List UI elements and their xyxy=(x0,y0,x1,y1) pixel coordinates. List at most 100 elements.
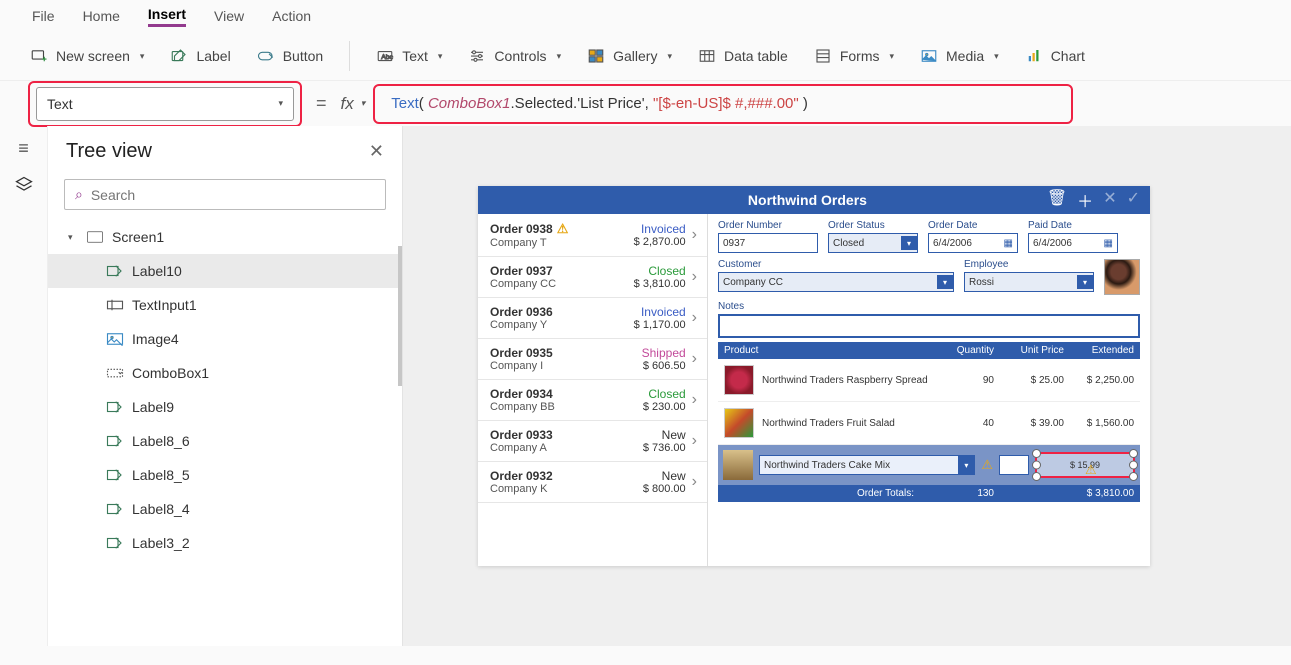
tree-node-label: Label3_2 xyxy=(132,535,190,551)
control-icon xyxy=(106,298,124,312)
chevron-right-icon: › xyxy=(692,268,697,286)
tree-node-image4[interactable]: Image4 xyxy=(48,322,402,356)
tree-node-label8_4[interactable]: Label8_4 xyxy=(48,492,402,526)
order-row[interactable]: Order 0937Company CCClosed$ 3,810.00› xyxy=(478,257,707,298)
chart-label: Chart xyxy=(1051,48,1085,64)
design-canvas[interactable]: Northwind Orders 🗑 ＋ ✕ ✓ Order 0938 ⚠Com… xyxy=(403,126,1291,646)
media-button[interactable]: Media▾ xyxy=(920,47,999,65)
label-order-date: Order Date xyxy=(928,220,1018,231)
label-customer: Customer xyxy=(718,259,954,270)
input-order-date[interactable]: 6/4/2006▦ xyxy=(928,233,1018,253)
warning-icon: ⚠ xyxy=(981,457,993,473)
warning-icon: ⚠ xyxy=(1085,462,1097,478)
cancel-icon[interactable]: ✕ xyxy=(1103,188,1116,212)
menubar: File Home Insert View Action xyxy=(0,0,1291,32)
close-icon[interactable]: ✕ xyxy=(369,141,384,162)
controls-label: Controls xyxy=(494,48,546,64)
equals-sign: = xyxy=(316,93,327,114)
order-row[interactable]: Order 0938 ⚠Company TInvoiced$ 2,870.00› xyxy=(478,214,707,257)
media-label: Media xyxy=(946,48,984,64)
button-icon xyxy=(257,47,275,65)
warning-icon: ⚠ xyxy=(557,221,569,237)
tree-search-input[interactable] xyxy=(91,187,375,203)
dropdown-customer[interactable]: Company CC▾ xyxy=(718,272,954,292)
forms-button[interactable]: Forms▾ xyxy=(814,47,894,65)
tree-node-label10[interactable]: Label10 xyxy=(48,254,402,288)
gallery-button[interactable]: Gallery▾ xyxy=(587,47,672,65)
input-paid-date[interactable]: 6/4/2006▦ xyxy=(1028,233,1118,253)
control-icon xyxy=(106,536,124,550)
control-icon xyxy=(106,502,124,516)
button-label: Button xyxy=(283,48,323,64)
data-table-button[interactable]: Data table xyxy=(698,47,788,65)
tree-node-label8_6[interactable]: Label8_6 xyxy=(48,424,402,458)
chevron-right-icon: › xyxy=(692,391,697,409)
tree-node-label: Label9 xyxy=(132,399,174,415)
check-icon[interactable]: ✓ xyxy=(1127,188,1140,212)
button-button[interactable]: Button xyxy=(257,47,323,65)
label-employee: Employee xyxy=(964,259,1094,270)
chevron-down-icon: ▾ xyxy=(140,51,145,62)
new-screen-button[interactable]: New screen▾ xyxy=(30,47,144,65)
menu-file[interactable]: File xyxy=(32,8,55,24)
tree-node-textinput1[interactable]: TextInput1 xyxy=(48,288,402,322)
fx-button[interactable]: fx▾ xyxy=(341,94,366,114)
tree-node-label9[interactable]: Label9 xyxy=(48,390,402,424)
chevron-down-icon: ▾ xyxy=(937,275,953,289)
menu-insert[interactable]: Insert xyxy=(148,6,186,27)
product-image xyxy=(723,450,753,480)
controls-button[interactable]: Controls ▾ xyxy=(468,47,561,65)
order-row[interactable]: Order 0935Company IShipped$ 606.50› xyxy=(478,339,707,380)
tree-node-label: TextInput1 xyxy=(132,297,197,313)
tree-node-label: Label8_6 xyxy=(132,433,190,449)
new-line-row: Northwind Traders Cake Mix▾ ⚠ $ 15.99 ⚠ xyxy=(718,445,1140,485)
menu-view[interactable]: View xyxy=(214,8,244,24)
input-notes[interactable] xyxy=(718,314,1140,338)
tree-node-screen1[interactable]: ▾ Screen1 xyxy=(48,220,402,254)
order-row[interactable]: Order 0933Company ANew$ 736.00› xyxy=(478,421,707,462)
formula-input[interactable]: Text( ComboBox1.Selected.'List Price', "… xyxy=(381,88,1065,120)
scrollbar[interactable] xyxy=(398,246,402,386)
tree-node-combobox1[interactable]: ComboBox1 xyxy=(48,356,402,390)
line-item-row[interactable]: Northwind Traders Raspberry Spread90$ 25… xyxy=(718,359,1140,402)
combobox-product[interactable]: Northwind Traders Cake Mix▾ xyxy=(759,455,975,475)
tree-node-label: Label10 xyxy=(132,263,182,279)
chevron-down-icon: ▾ xyxy=(557,51,562,62)
tree-search[interactable]: ⌕ xyxy=(64,179,386,210)
order-row[interactable]: Order 0936Company YInvoiced$ 1,170.00› xyxy=(478,298,707,339)
tree-node-label8_5[interactable]: Label8_5 xyxy=(48,458,402,492)
line-item-row[interactable]: Northwind Traders Fruit Salad40$ 39.00$ … xyxy=(718,402,1140,445)
control-icon xyxy=(106,366,124,380)
calendar-icon: ▦ xyxy=(1004,238,1013,249)
menu-home[interactable]: Home xyxy=(83,8,120,24)
chart-button[interactable]: Chart xyxy=(1025,47,1085,65)
order-row[interactable]: Order 0934Company BBClosed$ 230.00› xyxy=(478,380,707,421)
chevron-right-icon: › xyxy=(692,226,697,244)
input-new-qty[interactable] xyxy=(999,455,1029,475)
dropdown-employee[interactable]: Rossi▾ xyxy=(964,272,1094,292)
app-preview: Northwind Orders 🗑 ＋ ✕ ✓ Order 0938 ⚠Com… xyxy=(478,186,1150,566)
selected-label10[interactable]: $ 15.99 ⚠ xyxy=(1035,452,1135,478)
app-title: Northwind Orders xyxy=(568,192,1047,208)
hamburger-icon[interactable]: ≡ xyxy=(18,138,29,159)
dropdown-order-status[interactable]: Closed▾ xyxy=(828,233,918,253)
text-button[interactable]: Abc Text▾ xyxy=(376,47,442,65)
tree-node-label: Screen1 xyxy=(112,229,164,245)
trash-icon[interactable]: 🗑 xyxy=(1047,188,1067,212)
label-button[interactable]: Label xyxy=(170,47,230,65)
chevron-down-icon: ▾ xyxy=(667,51,672,62)
property-selector[interactable]: Text ▾ xyxy=(36,87,294,121)
chevron-right-icon: › xyxy=(692,350,697,368)
tree-node-label3_2[interactable]: Label3_2 xyxy=(48,526,402,560)
tree-node-label: Label8_4 xyxy=(132,501,190,517)
order-row[interactable]: Order 0932Company KNew$ 800.00› xyxy=(478,462,707,503)
control-icon xyxy=(106,332,124,346)
chevron-right-icon: › xyxy=(692,309,697,327)
input-order-number[interactable]: 0937 xyxy=(718,233,818,253)
plus-icon[interactable]: ＋ xyxy=(1077,188,1093,212)
controls-icon xyxy=(468,47,486,65)
menu-action[interactable]: Action xyxy=(272,8,311,24)
search-icon: ⌕ xyxy=(75,186,83,203)
orders-list[interactable]: Order 0938 ⚠Company TInvoiced$ 2,870.00›… xyxy=(478,214,708,566)
layers-icon[interactable] xyxy=(14,175,34,200)
